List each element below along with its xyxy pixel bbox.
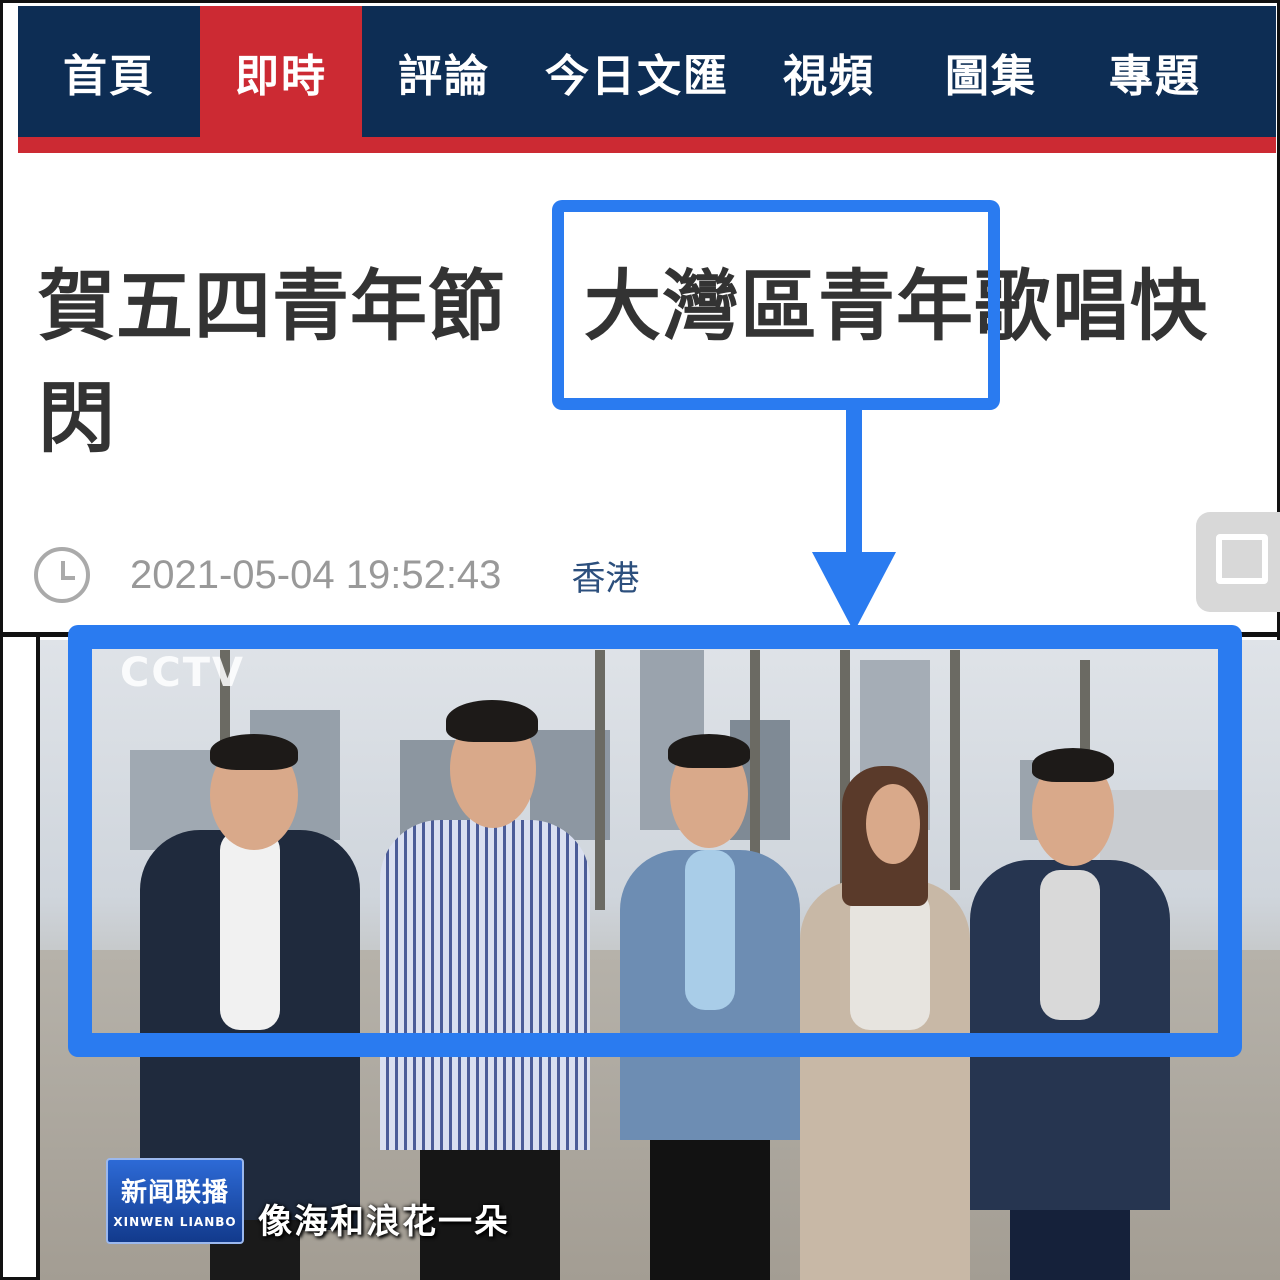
highlight-box-phrase bbox=[552, 200, 1000, 410]
nav-item-instant[interactable]: 即時 bbox=[200, 6, 362, 137]
xinwen-lianbo-logo: 新闻联播 XINWEN LIANBO bbox=[106, 1158, 244, 1244]
comment-icon bbox=[1216, 534, 1268, 584]
arrow-down-icon bbox=[846, 408, 862, 558]
nav-item-gallery[interactable]: 圖集 bbox=[910, 6, 1072, 137]
main-nav: 首頁 即時 評論 今日文匯 視頻 圖集 專題 bbox=[18, 6, 1276, 137]
nav-accent-rule bbox=[18, 137, 1276, 153]
nav-item-commentary[interactable]: 評論 bbox=[362, 6, 526, 137]
article-meta: 2021-05-04 19:52:43 香港 bbox=[34, 542, 639, 608]
highlight-box-photo bbox=[68, 625, 1242, 1057]
logo-text-cn: 新闻联播 bbox=[120, 1178, 229, 1208]
nav-item-features[interactable]: 專題 bbox=[1072, 6, 1238, 137]
comment-button[interactable] bbox=[1196, 512, 1280, 612]
nav-item-today-wenwei[interactable]: 今日文匯 bbox=[526, 6, 748, 137]
logo-text-en: XINWEN LIANBO bbox=[113, 1215, 237, 1229]
panel-edge bbox=[36, 637, 40, 1280]
arrow-head bbox=[812, 552, 896, 632]
nav-item-home[interactable]: 首頁 bbox=[18, 6, 200, 137]
article-region-link[interactable]: 香港 bbox=[571, 551, 639, 600]
clock-icon bbox=[34, 547, 90, 603]
nav-item-video[interactable]: 視頻 bbox=[748, 6, 910, 137]
article-datetime: 2021-05-04 19:52:43 bbox=[130, 552, 502, 597]
video-subtitle: 像海和浪花一朵 bbox=[258, 1202, 510, 1242]
